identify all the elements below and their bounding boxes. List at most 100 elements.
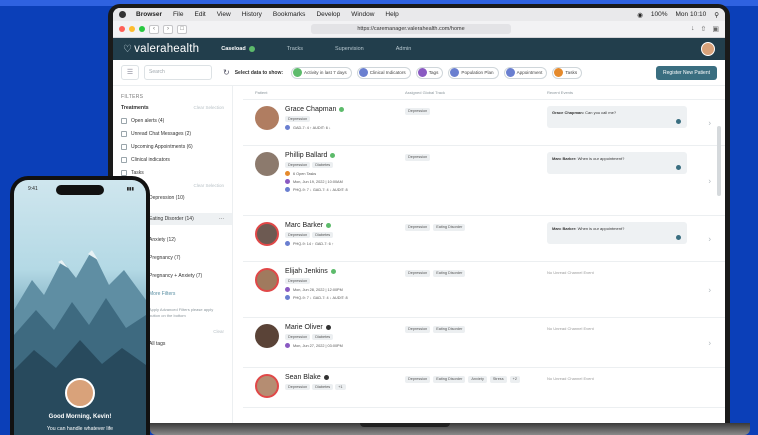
goal-tag: Eating Disorder xyxy=(433,326,466,333)
url-bar[interactable]: https://caremanager.valerahealth.com/hom… xyxy=(311,24,511,34)
checkbox-label: Open alerts (4) xyxy=(131,118,165,124)
checkbox[interactable] xyxy=(121,118,127,124)
table-row[interactable]: Marie Oliver Depression Diabetes Mon, Jun… xyxy=(243,318,725,368)
menu-help[interactable]: Help xyxy=(385,11,398,18)
checkbox-tasks[interactable]: Tasks xyxy=(121,170,224,176)
checkbox-unread-chat[interactable]: Unread Chat Messages (2) xyxy=(121,131,224,137)
chip-activity[interactable]: Activity in last 7 days xyxy=(291,66,352,79)
patient-name[interactable]: Grace Chapman xyxy=(285,106,336,113)
back-button[interactable]: ‹ xyxy=(149,24,159,34)
checkbox[interactable] xyxy=(121,157,127,163)
recent-message[interactable]: Marc Barker: When is our appointment? xyxy=(547,222,687,244)
patient-name[interactable]: Sean Blake xyxy=(285,374,321,381)
user-avatar[interactable] xyxy=(701,42,715,56)
table-row[interactable]: Sean Blake Depression Diabetes +1 Depressi… xyxy=(243,368,725,408)
menu-window[interactable]: Window xyxy=(351,11,374,18)
goal-tag: Depression xyxy=(405,326,431,333)
message-text: When is our appointment? xyxy=(577,156,625,161)
search-input[interactable]: Search xyxy=(144,65,212,80)
checkbox[interactable] xyxy=(121,144,127,150)
menu-bookmarks[interactable]: Bookmarks xyxy=(273,11,306,18)
forward-button[interactable]: › xyxy=(163,24,173,34)
clear-selection-link[interactable]: Clear Selection xyxy=(193,105,224,111)
calendar-icon xyxy=(505,68,515,77)
profile-avatar[interactable] xyxy=(65,378,95,408)
indicator-text: PHQ-9: 14 ↑ GAD-7: 6 ↑ xyxy=(293,241,334,246)
chip-tasks[interactable]: Tasks xyxy=(552,66,583,79)
checkbox[interactable] xyxy=(121,131,127,137)
table-row[interactable]: Elijah Jenkins Depression Mon, Jun 28, 2… xyxy=(243,262,725,318)
caseload-badge xyxy=(248,46,255,52)
chevron-right-icon[interactable]: › xyxy=(708,234,711,243)
recent-message[interactable]: Marc Barker: When is our appointment? xyxy=(547,152,687,174)
menu-history[interactable]: History xyxy=(242,11,262,18)
share-icon[interactable]: ⇧ xyxy=(701,25,707,33)
unread-dot xyxy=(676,165,681,170)
search-icon[interactable]: ⚲ xyxy=(714,11,719,19)
recent-message[interactable]: Grace Chapman: Can you call me? xyxy=(547,106,687,128)
clinical-icon xyxy=(358,68,368,77)
clear-selection-link-2[interactable]: Clear Selection xyxy=(193,183,224,188)
chip-clinical-indicators[interactable]: Clinical Indicators xyxy=(356,66,411,79)
battery-label[interactable]: 100% xyxy=(651,11,668,19)
table-row[interactable]: Phillip Ballard Depression Diabetes 6 Ope… xyxy=(243,146,725,216)
table-row[interactable]: Marc Barker Depression Diabetes PHQ-9: 14… xyxy=(243,216,725,262)
greeting-text: Good Morning, Kevin! xyxy=(48,414,112,420)
menu-develop[interactable]: Develop xyxy=(316,11,340,18)
tab-caseload-label: Caseload xyxy=(221,46,246,52)
calendar-icon xyxy=(285,179,290,184)
status-dot xyxy=(326,223,332,228)
population-icon xyxy=(450,68,460,77)
tab-tracks[interactable]: Tracks xyxy=(287,46,303,52)
chevron-right-icon[interactable]: › xyxy=(708,118,711,127)
phone-frame: 9:41 ▮▮▮ Good Morning, Kevin! You can ha… xyxy=(10,176,150,435)
tab-caseload[interactable]: Caseload xyxy=(221,46,255,52)
checkbox-upcoming-appointments[interactable]: Upcoming Appointments (6) xyxy=(121,144,224,150)
chip-appointment[interactable]: Appointment xyxy=(503,66,548,79)
sidebar-toggle-icon[interactable]: □ xyxy=(177,24,187,34)
download-icon[interactable]: ↓ xyxy=(691,25,695,33)
chip-tags[interactable]: Tags xyxy=(415,66,444,79)
avatar xyxy=(255,324,279,348)
chevron-right-icon[interactable]: › xyxy=(708,338,711,347)
chip-population-plan[interactable]: Population Plan xyxy=(448,66,499,79)
filter-icon[interactable]: ☰ xyxy=(121,65,139,80)
signal-battery-icon: ▮▮▮ xyxy=(126,186,134,191)
patient-name[interactable]: Marc Barker xyxy=(285,222,323,229)
clock-label[interactable]: Mon 10:10 xyxy=(676,11,707,19)
menu-edit[interactable]: Edit xyxy=(195,11,206,18)
close-window-button[interactable] xyxy=(119,26,125,32)
tabs-icon[interactable]: ▣ xyxy=(712,25,719,33)
menu-browser[interactable]: Browser xyxy=(136,11,162,18)
patient-name[interactable]: Elijah Jenkins xyxy=(285,268,328,275)
scrollbar[interactable] xyxy=(717,126,721,196)
checkbox-clinical-indicators[interactable]: Clinical indicators xyxy=(121,157,224,163)
no-event-text: No Unread Channel Event xyxy=(547,270,594,275)
list-header: Patient Assigned Global Track Recent Eve… xyxy=(243,86,725,100)
tag: +1 xyxy=(335,384,346,390)
register-patient-button[interactable]: Register New Patient xyxy=(656,65,717,80)
valerahealth-logo[interactable]: ♡ valerahealth xyxy=(123,43,199,55)
minimize-window-button[interactable] xyxy=(129,26,135,32)
apple-icon[interactable] xyxy=(119,11,126,18)
logo-text: valerahealth xyxy=(134,43,200,55)
maximize-window-button[interactable] xyxy=(139,26,145,32)
menu-file[interactable]: File xyxy=(173,11,183,18)
chevron-right-icon[interactable]: › xyxy=(708,176,711,185)
patient-list: Patient Assigned Global Track Recent Eve… xyxy=(243,86,725,424)
tab-admin[interactable]: Admin xyxy=(396,46,412,52)
refresh-icon[interactable]: ↻ xyxy=(223,68,230,77)
checkbox-open-alerts[interactable]: Open alerts (4) xyxy=(121,118,224,124)
menu-view[interactable]: View xyxy=(217,11,231,18)
more-options-icon[interactable]: ··· xyxy=(219,216,224,222)
goal-tag: Depression xyxy=(405,270,431,277)
wifi-icon[interactable]: ◉ xyxy=(637,11,643,19)
indicator-text: PHQ-9: 7 ↓ GAD-7: 4 ↓ AUDIT: 8 xyxy=(293,187,348,192)
clinical-icon xyxy=(285,241,290,246)
tab-supervision[interactable]: Supervision xyxy=(335,46,364,52)
clear-link[interactable]: Clear xyxy=(213,329,224,334)
chevron-right-icon[interactable]: › xyxy=(708,285,711,294)
patient-name[interactable]: Phillip Ballard xyxy=(285,152,327,159)
table-row[interactable]: Grace Chapman Depression GAD-7: 4 ↑ AUDI… xyxy=(243,100,725,146)
patient-name[interactable]: Marie Oliver xyxy=(285,324,323,331)
